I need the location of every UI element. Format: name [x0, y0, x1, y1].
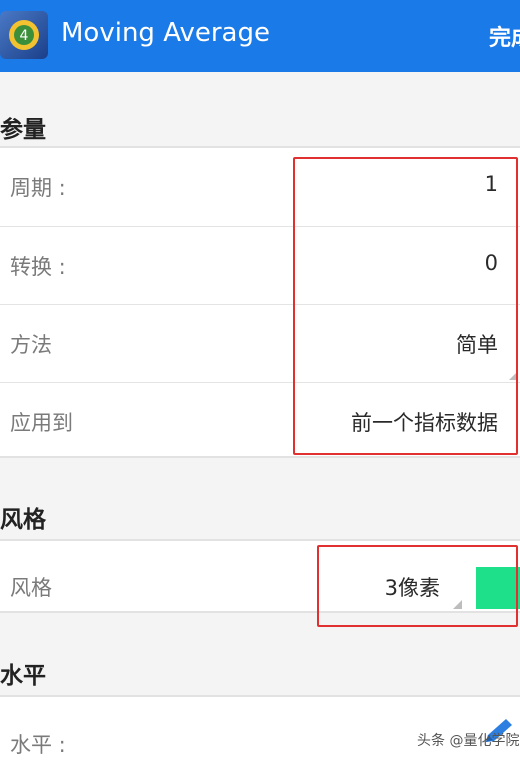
app-logo-icon: 4 [0, 11, 48, 59]
apply-to-select[interactable]: 前一个指标数据 [351, 407, 498, 437]
method-select[interactable]: 简单 [456, 329, 498, 359]
period-label: 周期 : [10, 176, 66, 200]
style-group: 风格 3像素 [0, 539, 520, 613]
style-label: 风格 [10, 576, 52, 600]
app-bar: 4 Moving Average 完成 [0, 0, 520, 72]
section-header-params: 参量 [0, 117, 46, 143]
section-header-style: 风格 [0, 507, 46, 533]
dropdown-corner-icon [509, 371, 518, 380]
period-value[interactable]: 1 [485, 172, 498, 196]
watermark-text: 头条 @量化学院 [417, 733, 520, 749]
method-label: 方法 [10, 333, 52, 357]
level-label: 水平 : [10, 733, 66, 757]
shift-value[interactable]: 0 [485, 251, 498, 275]
svg-text:4: 4 [20, 28, 29, 44]
apply-to-row[interactable]: 应用到 前一个指标数据 [0, 382, 520, 461]
line-width-select[interactable]: 3像素 [385, 572, 440, 602]
method-row[interactable]: 方法 简单 [0, 304, 520, 383]
done-button[interactable]: 完成 [489, 20, 520, 52]
line-color-swatch[interactable] [476, 567, 520, 609]
dropdown-corner-icon [453, 600, 462, 609]
page-title: Moving Average [61, 18, 270, 48]
section-header-level: 水平 [0, 663, 46, 689]
period-row[interactable]: 周期 : 1 [0, 148, 520, 226]
params-group: 周期 : 1 转换 : 0 方法 简单 应用到 前一个指标数据 [0, 146, 520, 458]
style-row[interactable]: 风格 3像素 [0, 541, 520, 611]
shift-label: 转换 : [10, 255, 66, 279]
apply-to-label: 应用到 [10, 411, 73, 435]
shift-row[interactable]: 转换 : 0 [0, 226, 520, 305]
